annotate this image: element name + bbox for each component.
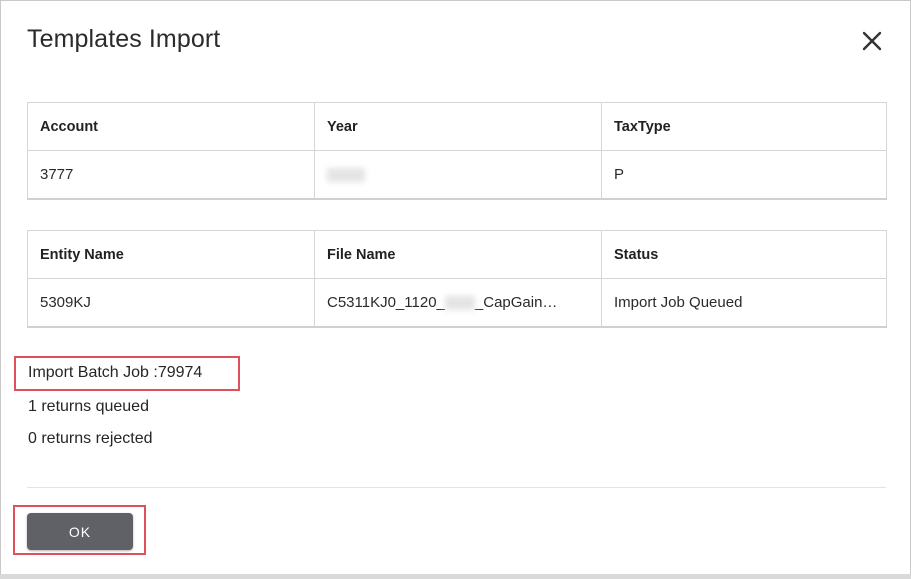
column-header-status: Status — [601, 230, 887, 279]
entity-name-cell: 5309KJ — [27, 278, 315, 328]
table-row: 5309KJ C5311KJ0_1120_ _CapGain… Import Jo… — [27, 278, 887, 328]
year-cell — [314, 150, 602, 200]
close-icon — [862, 31, 882, 51]
account-table-header: Account Year TaxType — [27, 102, 887, 151]
footer-divider — [27, 487, 886, 488]
import-batch-job: Import Batch Job :79974 — [28, 364, 203, 381]
ok-button[interactable]: OK — [27, 513, 133, 550]
file-name-prefix: C5311KJ0_1120_ — [327, 294, 445, 311]
table-row: 3777 P — [27, 150, 887, 200]
file-name-cell: C5311KJ0_1120_ _CapGain… — [314, 278, 602, 328]
templates-import-dialog: Templates Import Account Year TaxType 37… — [0, 0, 911, 575]
dialog-shadow — [0, 574, 911, 579]
column-header-year: Year — [314, 102, 602, 151]
account-cell: 3777 — [27, 150, 315, 200]
returns-rejected: 0 returns rejected — [28, 430, 153, 447]
redacted-year — [327, 168, 365, 183]
file-name-suffix: _CapGain… — [474, 294, 558, 311]
returns-queued: 1 returns queued — [28, 398, 149, 415]
column-header-account: Account — [27, 102, 315, 151]
taxtype-cell: P — [601, 150, 887, 200]
account-table: Account Year TaxType 3777 P — [27, 102, 887, 200]
file-table-header: Entity Name File Name Status — [27, 230, 887, 279]
file-table: Entity Name File Name Status 5309KJ C531… — [27, 230, 887, 328]
column-header-taxtype: TaxType — [601, 102, 887, 151]
status-cell: Import Job Queued — [601, 278, 887, 328]
column-header-file-name: File Name — [314, 230, 602, 279]
close-button[interactable] — [859, 28, 885, 54]
column-header-entity-name: Entity Name — [27, 230, 315, 279]
dialog-title: Templates Import — [27, 25, 221, 53]
redacted-year — [444, 296, 475, 311]
